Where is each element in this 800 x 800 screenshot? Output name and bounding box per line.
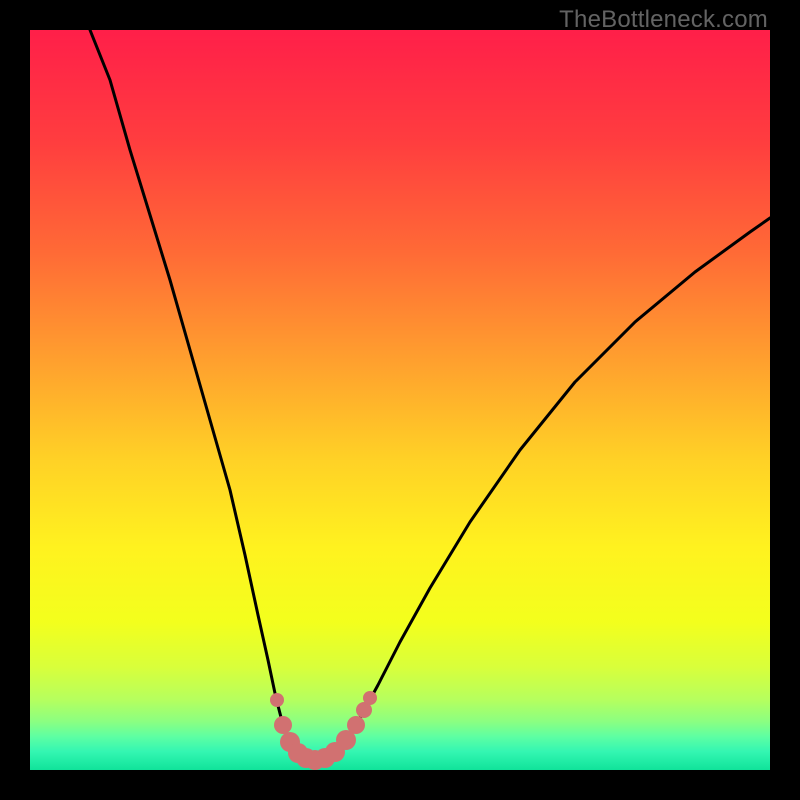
curve-markers [270, 691, 377, 770]
curve-marker [274, 716, 292, 734]
curve-path [90, 30, 770, 760]
plot-area [30, 30, 770, 770]
bottleneck-curve [30, 30, 770, 770]
chart-frame: TheBottleneck.com [0, 0, 800, 800]
curve-marker [347, 716, 365, 734]
curve-marker [363, 691, 377, 705]
curve-marker [270, 693, 284, 707]
